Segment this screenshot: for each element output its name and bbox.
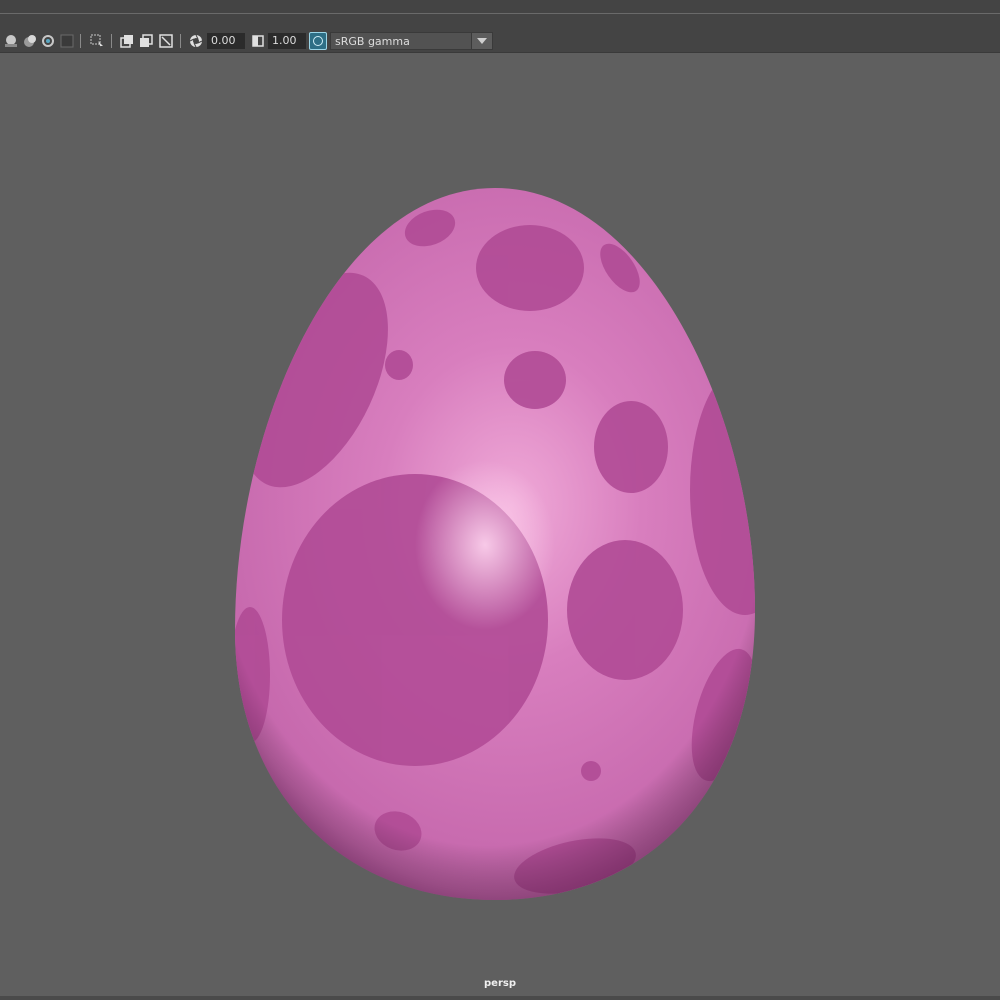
separator: [80, 34, 81, 48]
viewport-toolbar: 0.00 1.00 sRGB gamma: [0, 30, 1000, 53]
isolate-select-icon[interactable]: [59, 33, 75, 49]
gamma-field[interactable]: 1.00: [268, 33, 306, 49]
3d-viewport[interactable]: [0, 53, 1000, 998]
select-camera-icon[interactable]: [89, 33, 105, 49]
egg-model[interactable]: [0, 53, 1000, 998]
shaded-sphere-icon[interactable]: [3, 33, 19, 49]
gamma-icon[interactable]: [250, 33, 266, 49]
color-management-icon[interactable]: [309, 32, 327, 50]
exposure-field[interactable]: 0.00: [207, 33, 245, 49]
chevron-down-icon[interactable]: [471, 33, 492, 49]
camera-label: persp: [484, 978, 516, 989]
resolution-gate-icon[interactable]: [119, 33, 135, 49]
menu-bar: [0, 0, 1000, 30]
divider: [0, 13, 1000, 14]
color-space-dropdown[interactable]: sRGB gamma: [330, 32, 493, 50]
color-space-label: sRGB gamma: [335, 35, 410, 48]
field-chart-icon[interactable]: [158, 33, 174, 49]
xray-icon[interactable]: [40, 33, 56, 49]
separator: [111, 34, 112, 48]
gate-mask-icon[interactable]: [138, 33, 154, 49]
exposure-icon[interactable]: [188, 33, 204, 49]
wireframe-shaded-icon[interactable]: [22, 33, 38, 49]
separator: [180, 34, 181, 48]
bottom-border: [0, 996, 1000, 1000]
